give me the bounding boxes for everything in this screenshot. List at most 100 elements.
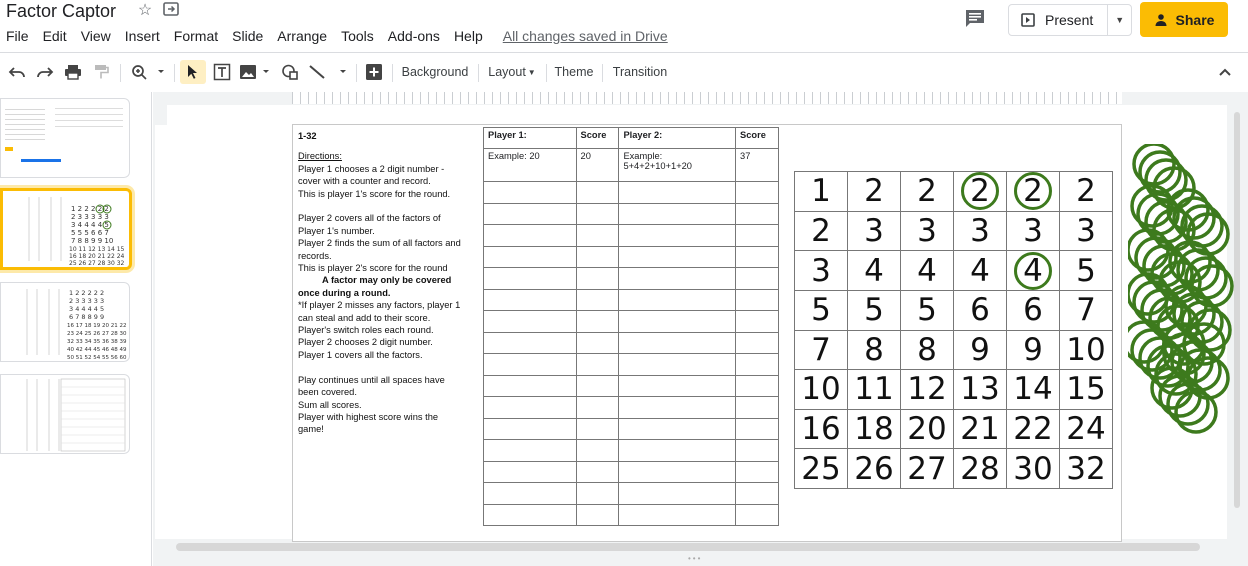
table-cell[interactable] <box>575 482 620 505</box>
grid-cell[interactable]: 2 <box>953 171 1007 212</box>
speaker-notes-drag-handle[interactable]: ••• <box>688 555 712 563</box>
table-cell[interactable] <box>575 396 620 419</box>
transition-button[interactable]: Transition <box>608 60 672 84</box>
table-cell[interactable] <box>735 503 779 526</box>
grid-cell[interactable]: 3 <box>953 210 1007 252</box>
counter-circle[interactable] <box>1014 251 1052 290</box>
grid-cell[interactable]: 30 <box>1006 448 1060 489</box>
grid-cell[interactable]: 3 <box>847 210 901 252</box>
grid-cell[interactable]: 26 <box>847 448 901 489</box>
slide-thumbnail-1[interactable] <box>0 98 130 178</box>
table-cell[interactable] <box>735 396 779 419</box>
table-cell[interactable] <box>735 417 779 440</box>
table-cell[interactable] <box>483 353 577 376</box>
table-cell[interactable] <box>483 267 577 290</box>
table-cell[interactable] <box>483 331 577 354</box>
star-icon[interactable]: ☆ <box>136 2 154 20</box>
table-cell[interactable] <box>735 310 779 333</box>
grid-cell[interactable]: 10 <box>1059 329 1113 371</box>
grid-cell[interactable]: 9 <box>1006 329 1060 371</box>
grid-cell[interactable]: 5 <box>1059 250 1113 291</box>
grid-cell[interactable]: 18 <box>847 408 901 450</box>
table-cell[interactable] <box>618 202 737 225</box>
grid-cell[interactable]: 2 <box>1006 171 1060 212</box>
image-icon[interactable] <box>238 60 272 84</box>
grid-cell[interactable]: 5 <box>900 289 954 331</box>
horizontal-ruler[interactable] <box>292 92 1122 104</box>
table-cell[interactable] <box>483 245 577 268</box>
grid-cell[interactable]: 4 <box>1006 250 1060 291</box>
table-cell[interactable] <box>575 310 620 333</box>
counter-pile[interactable] <box>1128 144 1238 434</box>
menu-addons[interactable]: Add-ons <box>388 26 440 46</box>
menu-format[interactable]: Format <box>174 26 218 46</box>
theme-button[interactable]: Theme <box>552 60 596 84</box>
grid-cell[interactable]: 22 <box>1006 408 1060 450</box>
document-title[interactable]: Factor Captor <box>6 0 116 22</box>
table-cell[interactable] <box>575 374 620 397</box>
grid-cell[interactable]: 15 <box>1059 369 1113 410</box>
paint-format-icon[interactable] <box>90 60 112 84</box>
present-options-dropdown[interactable]: ▼ <box>1107 5 1131 35</box>
counter-chip[interactable] <box>1174 390 1218 434</box>
grid-cell[interactable]: 32 <box>1059 448 1113 489</box>
grid-cell[interactable]: 3 <box>900 210 954 252</box>
menu-slide[interactable]: Slide <box>232 26 263 46</box>
table-cell[interactable] <box>483 374 577 397</box>
grid-cell[interactable]: 4 <box>953 250 1007 291</box>
counter-chip[interactable] <box>1128 228 1170 272</box>
menu-view[interactable]: View <box>81 26 111 46</box>
redo-icon[interactable] <box>34 60 56 84</box>
table-cell[interactable] <box>618 267 737 290</box>
grid-cell[interactable]: 7 <box>1059 289 1113 331</box>
table-cell[interactable] <box>483 288 577 311</box>
collapse-toolbar-icon[interactable] <box>1214 60 1236 84</box>
table-cell[interactable] <box>735 482 779 505</box>
table-cell[interactable] <box>618 353 737 376</box>
grid-cell[interactable]: 16 <box>794 408 848 450</box>
horizontal-scrollbar[interactable] <box>176 543 1200 551</box>
example-score-2[interactable]: 37 <box>735 148 779 182</box>
grid-cell[interactable]: 3 <box>794 250 848 291</box>
table-cell[interactable] <box>483 417 577 440</box>
table-cell[interactable] <box>735 181 779 204</box>
menu-insert[interactable]: Insert <box>125 26 160 46</box>
table-cell[interactable] <box>575 331 620 354</box>
table-cell[interactable] <box>618 288 737 311</box>
table-cell[interactable] <box>575 503 620 526</box>
grid-cell[interactable]: 8 <box>900 329 954 371</box>
table-cell[interactable] <box>618 374 737 397</box>
factor-number-grid[interactable]: 1 2 2 2 2 2 2 3 3 3 3 3 3 4 4 4 4 5 5 5 5 6 6 7 7 8 8 9 9 10 10 11 12 13 1… <box>794 171 1113 489</box>
table-cell[interactable] <box>618 181 737 204</box>
table-cell[interactable] <box>483 460 577 483</box>
vertical-ruler[interactable] <box>155 125 167 539</box>
table-cell[interactable] <box>483 310 577 333</box>
print-icon[interactable] <box>62 60 84 84</box>
shape-icon[interactable] <box>278 60 302 84</box>
grid-cell[interactable]: 14 <box>1006 369 1060 410</box>
table-cell[interactable] <box>575 202 620 225</box>
table-cell[interactable] <box>483 439 577 462</box>
grid-cell[interactable]: 1 <box>794 171 848 212</box>
grid-cell[interactable]: 2 <box>1059 171 1113 212</box>
table-cell[interactable] <box>483 224 577 247</box>
table-cell[interactable] <box>735 245 779 268</box>
vertical-scrollbar[interactable] <box>1234 112 1240 508</box>
example-score-1[interactable]: 20 <box>575 148 620 182</box>
grid-cell[interactable]: 11 <box>847 369 901 410</box>
grid-cell[interactable]: 13 <box>953 369 1007 410</box>
grid-cell[interactable]: 2 <box>794 210 848 252</box>
table-cell[interactable] <box>618 460 737 483</box>
table-cell[interactable] <box>618 224 737 247</box>
grid-cell[interactable]: 4 <box>900 250 954 291</box>
table-cell[interactable] <box>575 181 620 204</box>
table-cell[interactable] <box>483 181 577 204</box>
grid-cell[interactable]: 7 <box>794 329 848 371</box>
table-cell[interactable] <box>618 439 737 462</box>
table-cell[interactable] <box>735 439 779 462</box>
grid-cell[interactable]: 4 <box>847 250 901 291</box>
table-cell[interactable] <box>575 417 620 440</box>
table-cell[interactable] <box>735 331 779 354</box>
table-cell[interactable] <box>575 224 620 247</box>
table-cell[interactable] <box>575 288 620 311</box>
